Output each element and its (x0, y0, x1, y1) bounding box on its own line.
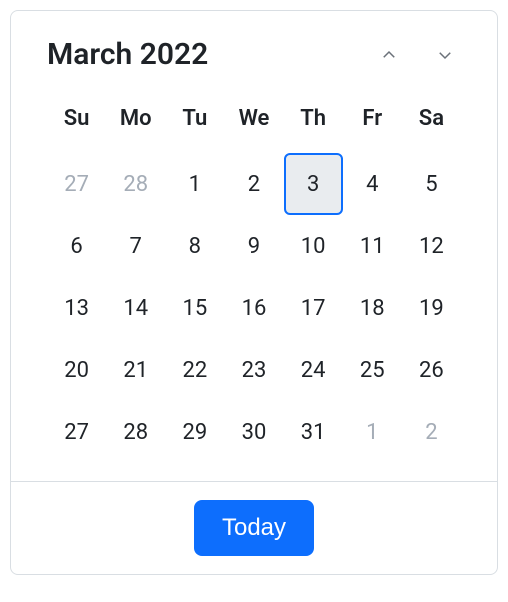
calendar-header: March 2022 (47, 29, 461, 76)
weekday-label: Fr (343, 96, 402, 145)
day-cell[interactable]: 19 (402, 277, 461, 339)
day-cell[interactable]: 25 (343, 339, 402, 401)
day-cell[interactable]: 6 (47, 215, 106, 277)
days-grid: 2728123456789101112131415161718192021222… (47, 153, 461, 463)
weekday-label: We (224, 96, 283, 145)
day-cell[interactable]: 9 (224, 215, 283, 277)
calendar-body: March 2022 Su Mo Tu We Th Fr (11, 11, 497, 481)
day-cell[interactable]: 2 (402, 401, 461, 463)
weekday-label: Th (284, 96, 343, 145)
weekday-row: Su Mo Tu We Th Fr Sa (47, 96, 461, 145)
chevron-up-icon (380, 46, 398, 64)
weekday-label: Mo (106, 96, 165, 145)
day-cell[interactable]: 11 (343, 215, 402, 277)
day-cell[interactable]: 31 (284, 401, 343, 463)
day-cell[interactable]: 28 (106, 401, 165, 463)
day-cell[interactable]: 26 (402, 339, 461, 401)
day-cell[interactable]: 21 (106, 339, 165, 401)
day-cell[interactable]: 2 (224, 153, 283, 215)
day-cell[interactable]: 29 (165, 401, 224, 463)
day-cell[interactable]: 20 (47, 339, 106, 401)
chevron-down-icon (436, 46, 454, 64)
day-cell[interactable]: 1 (165, 153, 224, 215)
month-title[interactable]: March 2022 (47, 37, 208, 72)
day-cell[interactable]: 24 (284, 339, 343, 401)
day-cell[interactable]: 16 (224, 277, 283, 339)
day-cell[interactable]: 22 (165, 339, 224, 401)
today-button[interactable]: Today (194, 500, 314, 556)
day-cell[interactable]: 7 (106, 215, 165, 277)
next-month-button[interactable] (429, 39, 461, 71)
day-cell[interactable]: 17 (284, 277, 343, 339)
day-cell[interactable]: 23 (224, 339, 283, 401)
day-cell[interactable]: 12 (402, 215, 461, 277)
weekday-label: Tu (165, 96, 224, 145)
day-cell[interactable]: 1 (343, 401, 402, 463)
weekday-label: Su (47, 96, 106, 145)
day-cell[interactable]: 27 (47, 153, 106, 215)
day-cell[interactable]: 18 (343, 277, 402, 339)
day-cell[interactable]: 28 (106, 153, 165, 215)
calendar-footer: Today (11, 481, 497, 574)
day-cell[interactable]: 4 (343, 153, 402, 215)
day-cell[interactable]: 30 (224, 401, 283, 463)
day-cell[interactable]: 8 (165, 215, 224, 277)
day-cell[interactable]: 5 (402, 153, 461, 215)
day-cell[interactable]: 13 (47, 277, 106, 339)
day-cell[interactable]: 27 (47, 401, 106, 463)
prev-month-button[interactable] (373, 39, 405, 71)
day-cell[interactable]: 10 (284, 215, 343, 277)
calendar: March 2022 Su Mo Tu We Th Fr (10, 10, 498, 575)
day-cell[interactable]: 14 (106, 277, 165, 339)
nav-buttons (373, 39, 461, 71)
day-cell[interactable]: 15 (165, 277, 224, 339)
day-cell[interactable]: 3 (284, 153, 343, 215)
weekday-label: Sa (402, 96, 461, 145)
